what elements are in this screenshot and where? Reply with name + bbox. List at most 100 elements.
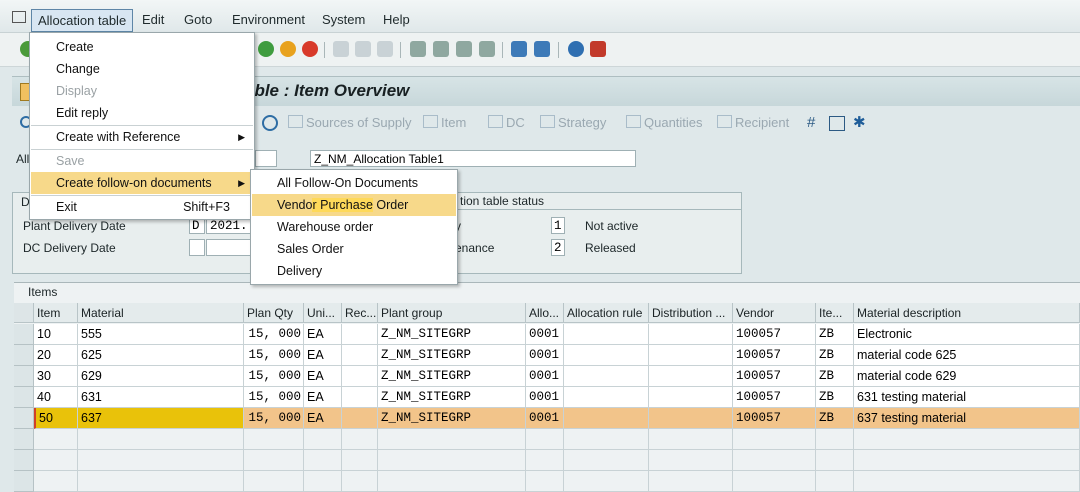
dc-delivery-date-type[interactable] xyxy=(189,239,205,256)
cell-empty[interactable] xyxy=(342,408,378,429)
cell-material[interactable]: 629 xyxy=(78,366,244,387)
column-header[interactable]: Plan Qty xyxy=(244,303,304,323)
submenu-item-warehouse-order[interactable]: Warehouse order xyxy=(252,216,456,238)
cell-empty[interactable] xyxy=(564,366,649,387)
cell-itemcat[interactable]: ZB xyxy=(816,324,854,345)
cell-item[interactable]: 50 xyxy=(34,408,78,429)
table-row[interactable] xyxy=(14,471,1080,492)
column-header[interactable]: Material xyxy=(78,303,244,323)
exit-icon[interactable] xyxy=(280,41,296,57)
cell-material[interactable]: 625 xyxy=(78,345,244,366)
menu-icon[interactable] xyxy=(12,11,26,23)
refresh-icon[interactable] xyxy=(262,115,278,131)
table-row[interactable]: 50 637 15, 000 EA Z_NM_SITEGRP 0001 100057 ZB 63… xyxy=(14,408,1080,429)
cell-item[interactable] xyxy=(34,429,78,450)
cell-qty[interactable] xyxy=(244,429,304,450)
cell-material[interactable] xyxy=(78,450,244,471)
cell-alloc[interactable] xyxy=(526,471,564,492)
column-header[interactable]: Distribution ... xyxy=(649,303,733,323)
cell-empty[interactable] xyxy=(342,387,378,408)
cell-unit[interactable]: EA xyxy=(304,408,342,429)
cell-unit[interactable]: EA xyxy=(304,366,342,387)
menu-system[interactable]: System xyxy=(322,12,365,27)
cell-vendor[interactable]: 100057 xyxy=(733,345,816,366)
column-header[interactable]: Rec... xyxy=(342,303,378,323)
cell-empty[interactable] xyxy=(564,324,649,345)
cell-unit[interactable]: EA xyxy=(304,387,342,408)
column-header[interactable]: Vendor xyxy=(733,303,816,323)
cell-plant-group[interactable] xyxy=(378,429,526,450)
menu-item-exit[interactable]: Exit Shift+F3 xyxy=(31,196,253,218)
cell-plant-group[interactable]: Z_NM_SITEGRP xyxy=(378,324,526,345)
cell-itemcat[interactable]: ZB xyxy=(816,345,854,366)
find-icon[interactable] xyxy=(355,41,371,57)
next-page-icon[interactable] xyxy=(456,41,472,57)
cell-qty[interactable]: 15, 000 xyxy=(244,324,304,345)
column-header[interactable]: Uni... xyxy=(304,303,342,323)
menu-environment[interactable]: Environment xyxy=(232,12,305,27)
submenu-item-all-follow-on[interactable]: All Follow-On Documents xyxy=(252,172,456,194)
cell-material[interactable]: 555 xyxy=(78,324,244,345)
settings-icon[interactable]: ✱ xyxy=(853,113,866,131)
cell-empty[interactable] xyxy=(649,408,733,429)
cell-desc[interactable]: 637 testing material xyxy=(854,408,1080,429)
cell-vendor[interactable]: 100057 xyxy=(733,408,816,429)
maintenance-status-field[interactable]: 2 xyxy=(551,239,565,256)
cell-qty[interactable] xyxy=(244,471,304,492)
row-selector[interactable] xyxy=(14,471,34,492)
cell-qty[interactable] xyxy=(244,450,304,471)
cell-item[interactable]: 40 xyxy=(34,387,78,408)
cell-itemcat[interactable] xyxy=(816,471,854,492)
row-selector[interactable] xyxy=(14,450,34,471)
cell-unit[interactable] xyxy=(304,471,342,492)
row-selector[interactable] xyxy=(14,324,34,345)
column-header[interactable]: Item xyxy=(34,303,78,323)
shortcut-icon[interactable] xyxy=(534,41,550,57)
cell-empty[interactable] xyxy=(564,450,649,471)
cell-item[interactable]: 10 xyxy=(34,324,78,345)
cell-unit[interactable] xyxy=(304,450,342,471)
cell-empty[interactable] xyxy=(649,366,733,387)
row-selector[interactable] xyxy=(14,366,34,387)
cell-unit[interactable] xyxy=(304,429,342,450)
cell-item[interactable]: 30 xyxy=(34,366,78,387)
cell-alloc[interactable]: 0001 xyxy=(526,387,564,408)
table-row[interactable]: 20 625 15, 000 EA Z_NM_SITEGRP 0001 100057 ZB ma… xyxy=(14,345,1080,366)
cell-empty[interactable] xyxy=(342,324,378,345)
find-next-icon[interactable] xyxy=(377,41,393,57)
allocation-table-number-field[interactable] xyxy=(255,150,277,167)
cell-vendor[interactable] xyxy=(733,450,816,471)
help-icon[interactable] xyxy=(568,41,584,57)
cell-desc[interactable] xyxy=(854,471,1080,492)
cell-empty[interactable] xyxy=(342,345,378,366)
table-row[interactable]: 40 631 15, 000 EA Z_NM_SITEGRP 0001 100057 ZB 63… xyxy=(14,387,1080,408)
cell-empty[interactable] xyxy=(649,345,733,366)
cell-qty[interactable]: 15, 000 xyxy=(244,366,304,387)
cell-empty[interactable] xyxy=(649,471,733,492)
menu-item-change[interactable]: Change xyxy=(31,58,253,80)
back-icon[interactable] xyxy=(258,41,274,57)
cell-desc[interactable]: Electronic xyxy=(854,324,1080,345)
cell-unit[interactable]: EA xyxy=(304,345,342,366)
cell-empty[interactable] xyxy=(342,450,378,471)
cell-desc[interactable]: material code 625 xyxy=(854,345,1080,366)
cell-alloc[interactable]: 0001 xyxy=(526,324,564,345)
cell-vendor[interactable] xyxy=(733,429,816,450)
cell-empty[interactable] xyxy=(649,450,733,471)
row-selector[interactable] xyxy=(14,387,34,408)
layout-menu-icon[interactable] xyxy=(590,41,606,57)
menu-item-create-with-reference[interactable]: Create with Reference ▶ xyxy=(31,126,253,148)
cell-plant-group[interactable] xyxy=(378,450,526,471)
table-row[interactable] xyxy=(14,429,1080,450)
column-header[interactable]: Ite... xyxy=(816,303,854,323)
submenu-item-delivery[interactable]: Delivery xyxy=(252,260,456,282)
column-header[interactable]: Allo... xyxy=(526,303,564,323)
cell-itemcat[interactable]: ZB xyxy=(816,387,854,408)
table-row[interactable] xyxy=(14,450,1080,471)
menu-goto[interactable]: Goto xyxy=(184,12,212,27)
cell-empty[interactable] xyxy=(564,345,649,366)
table-row[interactable]: 10 555 15, 000 EA Z_NM_SITEGRP 0001 100057 ZB El… xyxy=(14,324,1080,345)
cell-alloc[interactable] xyxy=(526,429,564,450)
cell-plant-group[interactable]: Z_NM_SITEGRP xyxy=(378,345,526,366)
recipient-button[interactable]: Recipient xyxy=(717,115,789,130)
